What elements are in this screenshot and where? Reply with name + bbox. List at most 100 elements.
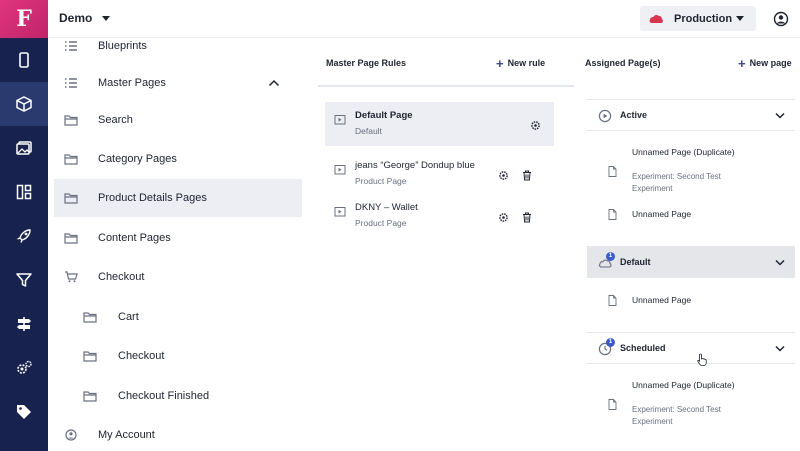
rule-item[interactable]: DKNY – Wallet Product Page [325,194,554,238]
new-rule-button[interactable]: + New rule [496,55,546,71]
assigned-page-item[interactable]: Unnamed Page [587,208,795,224]
cart-icon [65,271,78,283]
app-logo[interactable]: F [0,0,48,38]
hand-cursor-icon [697,353,707,366]
tree-item-label: Blueprints [98,40,147,52]
list-icon [65,41,77,51]
rule-item[interactable]: Default Page Default [325,102,554,146]
tree-item-content-pages[interactable]: Content Pages [54,219,302,257]
tree-item-cart[interactable]: Cart [54,298,302,336]
mobile-nav-button[interactable] [0,38,48,82]
rule-type: Product Page [355,176,407,186]
panel-title: Assigned Page(s) [585,58,661,68]
cube-icon [16,96,32,112]
assigned-pages-panel: Assigned Page(s) + New page Active Unnam… [582,38,800,451]
rule-type: Product Page [355,218,407,228]
layout-icon [16,184,32,200]
folder-icon [64,193,78,204]
tree-item-category-pages[interactable]: Category Pages [54,140,302,178]
nav-rail: F [0,0,48,451]
tree-item-checkout-finished[interactable]: Checkout Finished [54,377,302,415]
layout-nav-button[interactable] [0,170,48,214]
rocket-icon [17,229,31,243]
master-page-rules-panel: Master Page Rules + New rule Default Pag… [318,38,580,451]
chevron-down-icon [775,345,785,352]
settings-icon [17,360,32,374]
folder-icon [83,312,97,323]
section-default-header[interactable]: 1 Default [587,246,795,278]
trash-icon[interactable] [522,170,532,181]
routing-nav-button[interactable] [0,302,48,346]
workspace-name: Demo [59,11,93,25]
folder-icon [64,233,78,244]
rule-type: Default [355,126,382,136]
new-page-button[interactable]: + New page [738,55,792,71]
workspace-selector[interactable]: Demo [59,11,111,25]
master-pages-tree: Blueprints Master Pages Search Category … [54,38,304,451]
page-rule-icon [334,115,346,125]
chevron-up-icon[interactable] [268,79,280,87]
count-badge: 1 [606,252,615,261]
pages-nav-button[interactable] [0,82,48,126]
cloud-icon [649,15,663,23]
count-badge: 1 [606,338,615,347]
section-active-header[interactable]: Active [587,99,795,131]
assigned-page-item[interactable]: Unnamed Page (Duplicate) Experiment: Sec… [587,146,795,196]
tree-item-label: Checkout Finished [118,390,210,402]
tree-item-master-pages[interactable]: Master Pages [54,64,302,102]
folder-icon [64,115,78,126]
tree-item-search[interactable]: Search [54,101,302,139]
page-name: Unnamed Page [632,295,692,305]
filter-nav-button[interactable] [0,258,48,302]
page-name: Unnamed Page (Duplicate) [632,147,735,157]
settings-nav-button[interactable] [0,346,48,390]
document-icon [608,166,617,177]
rule-item[interactable]: jeans “George” Dondup blue Product Page [325,152,554,196]
page-experiment: Experiment: Second Test Experiment [632,172,721,193]
user-account-icon[interactable] [772,10,790,28]
play-circle-icon [598,109,612,123]
tree-item-label: Product Details Pages [98,192,207,204]
tree-item-my-account[interactable]: My Account [54,416,302,451]
filter-icon [16,273,32,287]
document-icon [608,295,617,306]
tree-item-checkout-group[interactable]: Checkout [54,258,302,296]
user-circle-icon [65,429,77,441]
plus-icon: + [738,55,746,71]
button-label: New rule [507,58,546,68]
settings-icon[interactable] [530,120,541,131]
page-name: Unnamed Page (Duplicate) [632,380,735,390]
deploy-nav-button[interactable] [0,214,48,258]
tree-item-label: Search [98,114,133,126]
folder-icon [64,154,78,165]
tree-item-product-details-pages[interactable]: Product Details Pages [54,179,302,217]
divider [318,85,574,87]
page-experiment: Experiment: Second Test Experiment [632,405,721,426]
rule-name: DKNY – Wallet [355,202,418,213]
assigned-page-item[interactable]: Unnamed Page [587,294,795,310]
section-scheduled-header[interactable]: 1 Scheduled [587,332,795,364]
folder-icon [83,351,97,362]
assigned-page-item[interactable]: Unnamed Page (Duplicate) Experiment: Sec… [587,379,795,429]
section-label: Scheduled [620,343,666,353]
tree-item-label: Cart [118,311,139,323]
caret-down-icon [102,15,111,21]
panel-title: Master Page Rules [326,58,407,68]
environment-selector[interactable]: Production [640,6,756,31]
logo-letter: F [16,6,32,32]
rule-name: jeans “George” Dondup blue [355,160,475,171]
caret-down-icon [736,16,744,21]
plus-icon: + [496,55,504,71]
rule-name: Default Page [355,110,413,121]
tree-item-label: Checkout [98,271,145,283]
trash-icon[interactable] [522,212,532,223]
media-nav-button[interactable] [0,126,48,170]
environment-name: Production [674,12,733,25]
settings-icon[interactable] [498,212,509,223]
tags-nav-button[interactable] [0,390,48,434]
settings-icon[interactable] [498,170,509,181]
media-icon [16,141,32,155]
tree-item-checkout[interactable]: Checkout [54,337,302,375]
chevron-down-icon [775,112,785,119]
tree-item-blueprints[interactable]: Blueprints [54,38,302,65]
